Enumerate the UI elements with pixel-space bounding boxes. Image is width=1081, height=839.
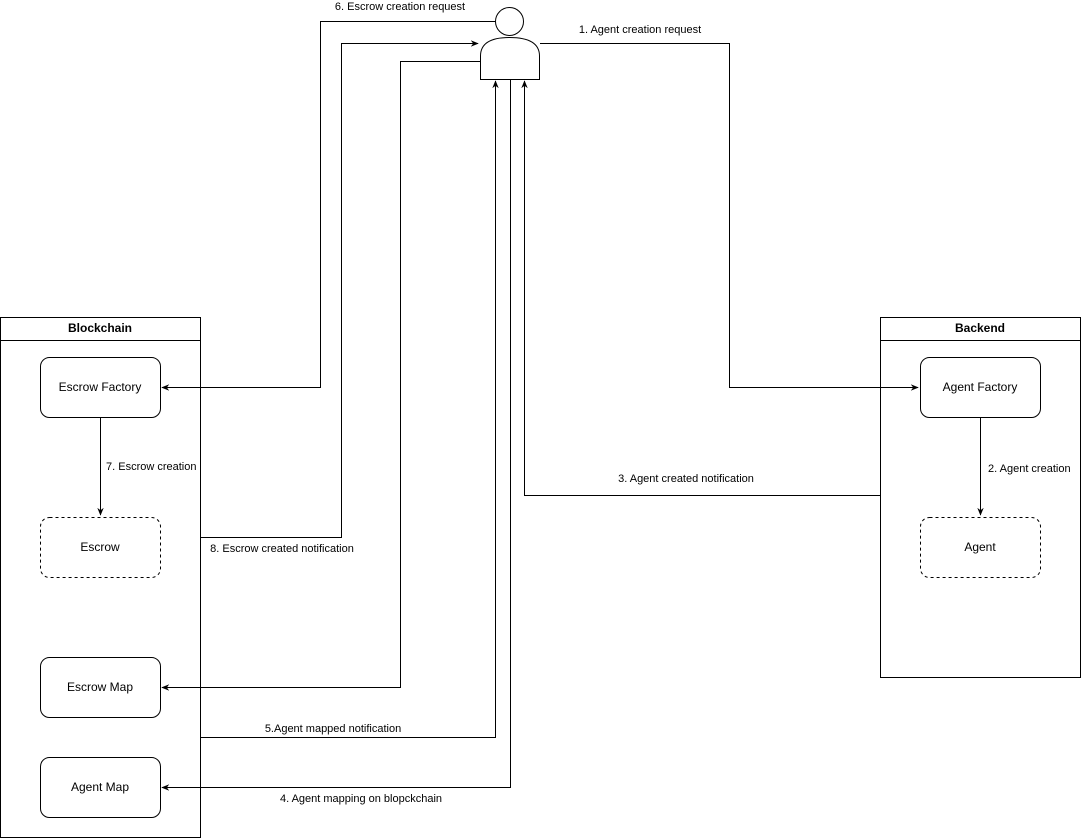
edge-6[interactable]: 6. Escrow creation request [161, 1, 496, 391]
user-icon[interactable] [480, 7, 540, 80]
edge-label: 7. Escrow creation [106, 461, 196, 473]
node-agent-map[interactable]: Agent Map [40, 757, 161, 818]
node-label: Agent [964, 540, 996, 554]
node-escrow-factory[interactable]: Escrow Factory [40, 357, 161, 418]
edge-label: 2. Agent creation [988, 463, 1071, 475]
blockchain-title: Blockchain [68, 321, 132, 335]
node-label: Escrow Factory [59, 380, 142, 394]
edge-8[interactable]: 8. Escrow created notification [200, 40, 479, 556]
edge-label: 4. Agent mapping on blopckchain [280, 793, 442, 805]
diagram-canvas: Blockchain Backend Escrow Factory Escrow… [0, 1, 1081, 838]
node-label: Agent Map [71, 780, 129, 794]
edge-5[interactable]: 5.Agent mapped notification [200, 80, 499, 738]
node-label: Escrow Map [67, 680, 133, 694]
node-escrow[interactable]: Escrow [40, 517, 161, 578]
backend-title: Backend [955, 321, 1005, 335]
edge-3[interactable]: 3. Agent created notification [521, 80, 881, 496]
edge-label: 5.Agent mapped notification [265, 723, 401, 735]
node-agent-factory[interactable]: Agent Factory [920, 357, 1041, 418]
edge-label: 1. Agent creation request [579, 24, 701, 36]
edge-label: 8. Escrow created notification [210, 543, 354, 555]
edge-4[interactable]: 4. Agent mapping on blopckchain [161, 79, 511, 806]
edge-label: 6. Escrow creation request [335, 1, 465, 13]
node-agent[interactable]: Agent [920, 517, 1041, 578]
edge-1[interactable]: 1. Agent creation request [540, 24, 919, 391]
edge-escrow-map[interactable] [161, 61, 481, 691]
edge-label: 3. Agent created notification [618, 473, 754, 485]
node-label: Escrow [80, 540, 120, 554]
node-label: Agent Factory [943, 380, 1018, 394]
node-escrow-map[interactable]: Escrow Map [40, 657, 161, 718]
